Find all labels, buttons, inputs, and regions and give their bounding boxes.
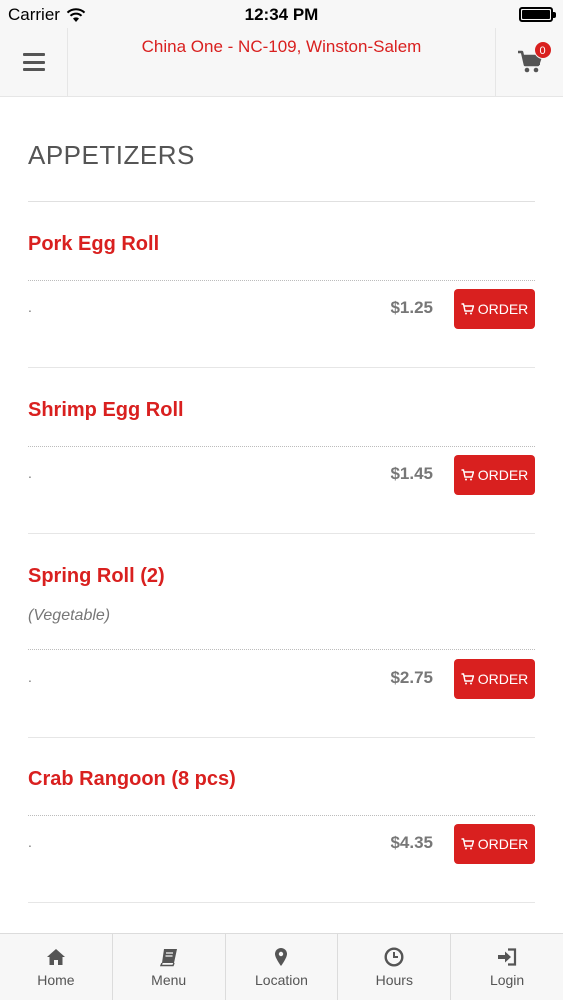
section-divider xyxy=(28,201,535,202)
nav-hours[interactable]: Hours xyxy=(338,934,452,1000)
item-name[interactable]: Shrimp Egg Roll xyxy=(28,399,535,422)
item-divider xyxy=(28,533,535,534)
item-placeholder: . xyxy=(28,299,32,315)
item-price: $2.75 xyxy=(390,668,433,687)
item-price: $1.25 xyxy=(390,298,433,317)
restaurant-title[interactable]: China One - NC-109, Winston-Salem xyxy=(68,37,495,57)
nav-label: Location xyxy=(255,972,308,988)
menu-content[interactable]: APPETIZERS Pork Egg Roll . $1.25 ORDER S… xyxy=(0,97,563,933)
nav-login[interactable]: Login xyxy=(451,934,563,1000)
nav-location[interactable]: Location xyxy=(226,934,339,1000)
item-price: $4.35 xyxy=(390,833,433,852)
dotted-divider xyxy=(28,280,535,281)
cart-icon xyxy=(461,469,474,481)
order-button[interactable]: ORDER xyxy=(454,289,535,329)
battery-icon xyxy=(519,7,556,22)
cart-icon xyxy=(461,303,474,315)
nav-label: Hours xyxy=(375,972,413,988)
order-button-label: ORDER xyxy=(477,836,529,852)
nav-label: Login xyxy=(489,972,525,988)
cart-count-badge: 0 xyxy=(533,41,552,59)
item-description: (Vegetable) xyxy=(28,607,111,624)
menu-item: Shrimp Egg Roll . $1.45 ORDER xyxy=(28,399,535,534)
order-button[interactable]: ORDER xyxy=(454,455,535,495)
order-button-label: ORDER xyxy=(477,301,529,317)
item-placeholder: . xyxy=(28,669,32,685)
map-pin-icon xyxy=(271,947,291,967)
app-header: China One - NC-109, Winston-Salem 0 xyxy=(0,28,563,97)
book-icon xyxy=(159,947,179,967)
order-button-label: ORDER xyxy=(477,467,529,483)
menu-item: Crab Rangoon (8 pcs) . $4.35 ORDER xyxy=(28,768,535,903)
status-time: 12:34 PM xyxy=(244,5,319,24)
menu-item: Spring Roll (2) (Vegetable) . $2.75 ORDE… xyxy=(28,565,535,738)
section-title: APPETIZERS xyxy=(28,140,195,170)
cart-icon xyxy=(461,673,474,685)
dotted-divider xyxy=(28,649,535,650)
home-icon xyxy=(46,947,66,967)
menu-item: Pork Egg Roll . $1.25 ORDER xyxy=(28,233,535,368)
item-price: $1.45 xyxy=(390,464,433,483)
dotted-divider xyxy=(28,446,535,447)
hamburger-icon xyxy=(22,53,45,71)
item-divider xyxy=(28,737,535,738)
dotted-divider xyxy=(28,815,535,816)
item-name[interactable]: Spring Roll (2) xyxy=(28,565,535,588)
item-name[interactable]: Pork Egg Roll xyxy=(28,233,535,256)
menu-button[interactable] xyxy=(0,28,68,96)
item-divider xyxy=(28,367,535,368)
item-placeholder: . xyxy=(28,834,32,850)
item-name[interactable]: Crab Rangoon (8 pcs) xyxy=(28,768,535,791)
nav-label: Home xyxy=(37,972,75,988)
login-icon xyxy=(497,947,517,967)
nav-home[interactable]: Home xyxy=(0,934,113,1000)
cart-icon xyxy=(461,838,474,850)
clock-icon xyxy=(384,947,404,967)
item-placeholder: . xyxy=(28,465,32,481)
nav-menu[interactable]: Menu xyxy=(113,934,226,1000)
status-bar: Carrier 12:34 PM xyxy=(0,0,563,28)
nav-label: Menu xyxy=(151,972,187,988)
order-button[interactable]: ORDER xyxy=(454,659,535,699)
order-button[interactable]: ORDER xyxy=(454,824,535,864)
item-divider xyxy=(28,902,535,903)
order-button-label: ORDER xyxy=(477,671,529,687)
bottom-nav: Home Menu Location Hours Login xyxy=(0,933,563,1000)
cart-button[interactable]: 0 xyxy=(495,28,563,96)
